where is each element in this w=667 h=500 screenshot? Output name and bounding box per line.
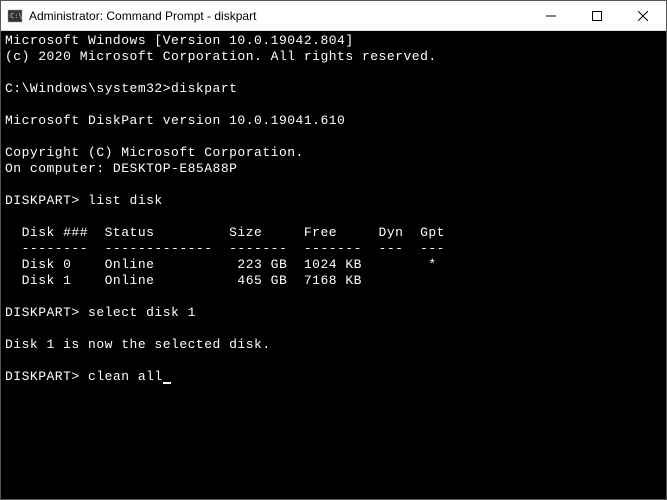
minimize-button[interactable] [528, 1, 574, 30]
command-prompt-window: C:\ Administrator: Command Prompt - disk… [0, 0, 667, 500]
prompt-path: C:\Windows\system32> [5, 81, 171, 96]
diskpart-version: Microsoft DiskPart version 10.0.19041.61… [5, 113, 345, 128]
diskpart-prompt: DISKPART> [5, 369, 88, 384]
titlebar[interactable]: C:\ Administrator: Command Prompt - disk… [1, 1, 666, 31]
diskpart-copyright: Copyright (C) Microsoft Corporation. [5, 145, 304, 160]
table-header: Disk ### Status Size Free Dyn Gpt [5, 225, 445, 240]
cmd-list-disk: list disk [88, 193, 163, 208]
cmd-clean-all: clean all [88, 369, 163, 384]
terminal-output[interactable]: Microsoft Windows [Version 10.0.19042.80… [1, 31, 666, 499]
maximize-button[interactable] [574, 1, 620, 30]
diskpart-prompt: DISKPART> [5, 305, 88, 320]
close-button[interactable] [620, 1, 666, 30]
cmd-select-disk: select disk 1 [88, 305, 196, 320]
copyright-line: (c) 2020 Microsoft Corporation. All righ… [5, 49, 437, 64]
computer-name: On computer: DESKTOP-E85A88P [5, 161, 237, 176]
version-line: Microsoft Windows [Version 10.0.19042.80… [5, 33, 354, 48]
table-row: Disk 1 Online 465 GB 7168 KB [5, 273, 362, 288]
cursor [163, 382, 171, 384]
window-controls [528, 1, 666, 30]
status-message: Disk 1 is now the selected disk. [5, 337, 271, 352]
window-title: Administrator: Command Prompt - diskpart [29, 9, 528, 23]
table-row: Disk 0 Online 223 GB 1024 KB * [5, 257, 437, 272]
cmd-icon: C:\ [7, 8, 23, 24]
svg-text:C:\: C:\ [10, 12, 23, 20]
table-divider: -------- ------------- ------- ------- -… [5, 241, 445, 256]
diskpart-prompt: DISKPART> [5, 193, 88, 208]
cmd-diskpart: diskpart [171, 81, 237, 96]
